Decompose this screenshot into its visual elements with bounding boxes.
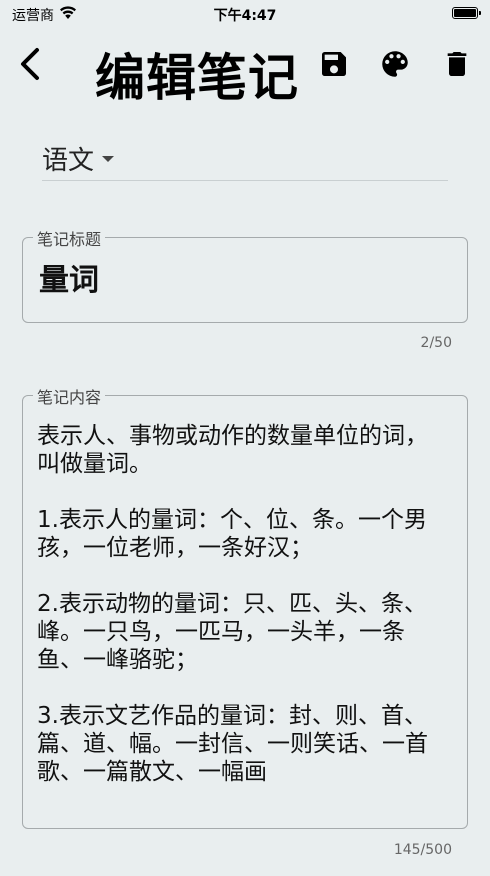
status-bar: 运营商 下午4:47 xyxy=(0,0,490,28)
note-content-input[interactable]: 表示人、事物或动作的数量单位的词，叫做量词。 1.表示人的量词：个、位、条。一个… xyxy=(37,422,447,802)
save-icon xyxy=(318,48,350,84)
delete-button[interactable] xyxy=(437,44,477,88)
note-title-field: 笔记标题 xyxy=(22,226,468,323)
note-title-label: 笔记标题 xyxy=(33,226,106,250)
save-button[interactable] xyxy=(314,44,354,88)
chevron-left-icon xyxy=(17,47,43,85)
page-title: 编辑笔记 xyxy=(95,48,299,107)
note-content-field: 笔记内容 表示人、事物或动作的数量单位的词，叫做量词。 1.表示人的量词：个、位… xyxy=(22,384,468,829)
palette-icon xyxy=(378,47,412,85)
clock: 下午4:47 xyxy=(213,8,277,24)
dropdown-arrow-icon xyxy=(102,156,115,162)
app-bar: 编辑笔记 xyxy=(0,30,490,107)
delete-icon xyxy=(441,47,473,85)
title-char-counter: 2/50 xyxy=(420,335,452,351)
note-title-input[interactable] xyxy=(37,258,451,295)
subject-selected-value: 语文 xyxy=(42,145,95,176)
battery-icon xyxy=(452,7,481,19)
subject-dropdown[interactable]: 语文 xyxy=(42,136,448,181)
content-char-counter: 145/500 xyxy=(393,842,452,858)
palette-button[interactable] xyxy=(375,44,415,88)
back-button[interactable] xyxy=(10,44,50,88)
note-content-label: 笔记内容 xyxy=(33,384,106,408)
